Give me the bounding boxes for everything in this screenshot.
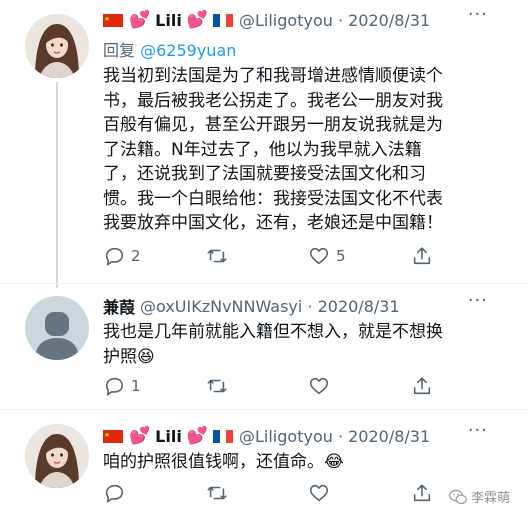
more-options-icon[interactable]: ··· (468, 290, 488, 311)
thread-connector (56, 82, 58, 288)
reply-button[interactable] (103, 482, 131, 504)
tweet-line: 了，还说我到了法国就要接受法国文化和习 (103, 164, 426, 184)
reply-count: 2 (131, 247, 141, 265)
tweet-line: 惯。我一个白眼给他：我接受法国文化不代表 (103, 188, 443, 209)
display-name[interactable]: Lili (155, 427, 182, 446)
tweet-line: 护照😆 (103, 346, 155, 367)
display-name[interactable]: Lili (155, 11, 182, 30)
wechat-icon (449, 489, 467, 504)
tweet-text: 我当初到法国是为了和我哥增进感情顺便读个 书，最后被我老公拐走了。我老公一朋友对… (103, 64, 503, 236)
two-hearts-icon: 💕 (129, 425, 151, 446)
reply-prefix: 回复 (103, 41, 136, 60)
display-name[interactable]: 兼葭 (103, 294, 135, 318)
reply-icon (105, 377, 124, 396)
more-options-icon[interactable]: ··· (468, 420, 488, 441)
tweet-actions: 2 5 (103, 245, 431, 271)
like-count: 5 (336, 247, 346, 265)
tweet-header: 💕 Lili 💕 @Liligotyou · 2020/8/31 ··· (103, 4, 508, 32)
tweet-header: 兼葭 @oxUIKzNvNNWasyi · 2020/8/31 ··· (103, 290, 508, 318)
tweet-line: 书，最后被我老公拐走了。我老公一朋友对我 (103, 90, 443, 111)
more-options-icon[interactable]: ··· (468, 4, 488, 25)
avatar-image (25, 424, 89, 488)
tweet-text: 我也是几年前就能入籍但不想入，就是不想换 护照😆 (103, 320, 503, 369)
like-button[interactable]: 5 (308, 245, 346, 267)
avatar-lili[interactable] (25, 14, 89, 78)
reply-icon (105, 484, 124, 503)
retweet-icon (207, 379, 227, 393)
replying-to: 回复 @6259yuan (103, 37, 236, 61)
avatar-image (25, 14, 89, 78)
tweet-actions: 1 (103, 375, 431, 401)
reply-mention-link[interactable]: @6259yuan (140, 41, 236, 60)
retweet-icon (207, 486, 227, 500)
china-flag-icon (103, 429, 123, 443)
handle-and-date[interactable]: @Liligotyou · 2020/8/31 (239, 427, 430, 446)
retweet-button[interactable] (206, 245, 234, 267)
france-flag-icon (213, 429, 233, 443)
share-icon (413, 484, 431, 502)
reply-count: 1 (131, 377, 141, 395)
retweet-button[interactable] (206, 375, 234, 397)
tweet-line: 我要放弃中国文化，还有，老娘还是中国籍！ (103, 213, 443, 233)
two-hearts-icon: 💕 (186, 9, 208, 30)
two-hearts-icon: 💕 (186, 425, 208, 446)
tweet-2: 兼葭 @oxUIKzNvNNWasyi · 2020/8/31 ··· 我也是几… (0, 284, 528, 409)
two-hearts-icon: 💕 (129, 9, 151, 30)
reply-icon (105, 247, 124, 266)
share-icon (413, 377, 431, 395)
reply-button[interactable]: 2 (103, 245, 141, 267)
china-flag-icon (103, 13, 123, 27)
like-button[interactable] (308, 482, 336, 504)
tweet-1: 💕 Lili 💕 @Liligotyou · 2020/8/31 ··· 回复 … (0, 0, 528, 288)
tweet-actions (103, 482, 431, 508)
reply-button[interactable]: 1 (103, 375, 141, 397)
retweet-icon (207, 249, 227, 263)
wechat-watermark: 李霖萌 (449, 487, 510, 506)
tweet-text: 咱的护照很值钱啊，还值命。😂 (103, 450, 503, 475)
handle-and-date[interactable]: @Liligotyou · 2020/8/31 (239, 11, 430, 30)
heart-icon (309, 377, 329, 395)
tweet-line: 咱的护照很值钱啊，还值命。😂 (103, 452, 344, 472)
france-flag-icon (213, 13, 233, 27)
handle-and-date[interactable]: @oxUIKzNvNNWasyi · 2020/8/31 (140, 297, 400, 316)
watermark-text: 李霖萌 (470, 491, 510, 506)
share-button[interactable] (411, 375, 433, 397)
retweet-button[interactable] (206, 482, 234, 504)
share-button[interactable] (411, 245, 433, 267)
tweet-line: 我也是几年前就能入籍但不想入，就是不想换 (103, 322, 443, 342)
tweet-line: 了法籍。N年过去了，他以为我早就入法籍 (103, 139, 422, 160)
heart-icon (309, 247, 329, 265)
tweet-header: 💕 Lili 💕 @Liligotyou · 2020/8/31 ··· (103, 420, 508, 448)
tweet-line: 我当初到法国是为了和我哥增进感情顺便读个 (103, 66, 443, 86)
share-icon (413, 247, 431, 265)
share-button[interactable] (411, 482, 433, 504)
tweet-line: 百般有偏见，甚至公开跟另一朋友说我就是为 (103, 115, 443, 135)
avatar-lili[interactable] (25, 424, 89, 488)
default-avatar-image (25, 296, 89, 360)
like-button[interactable] (308, 375, 336, 397)
avatar-default[interactable] (25, 296, 89, 360)
heart-icon (309, 484, 329, 502)
